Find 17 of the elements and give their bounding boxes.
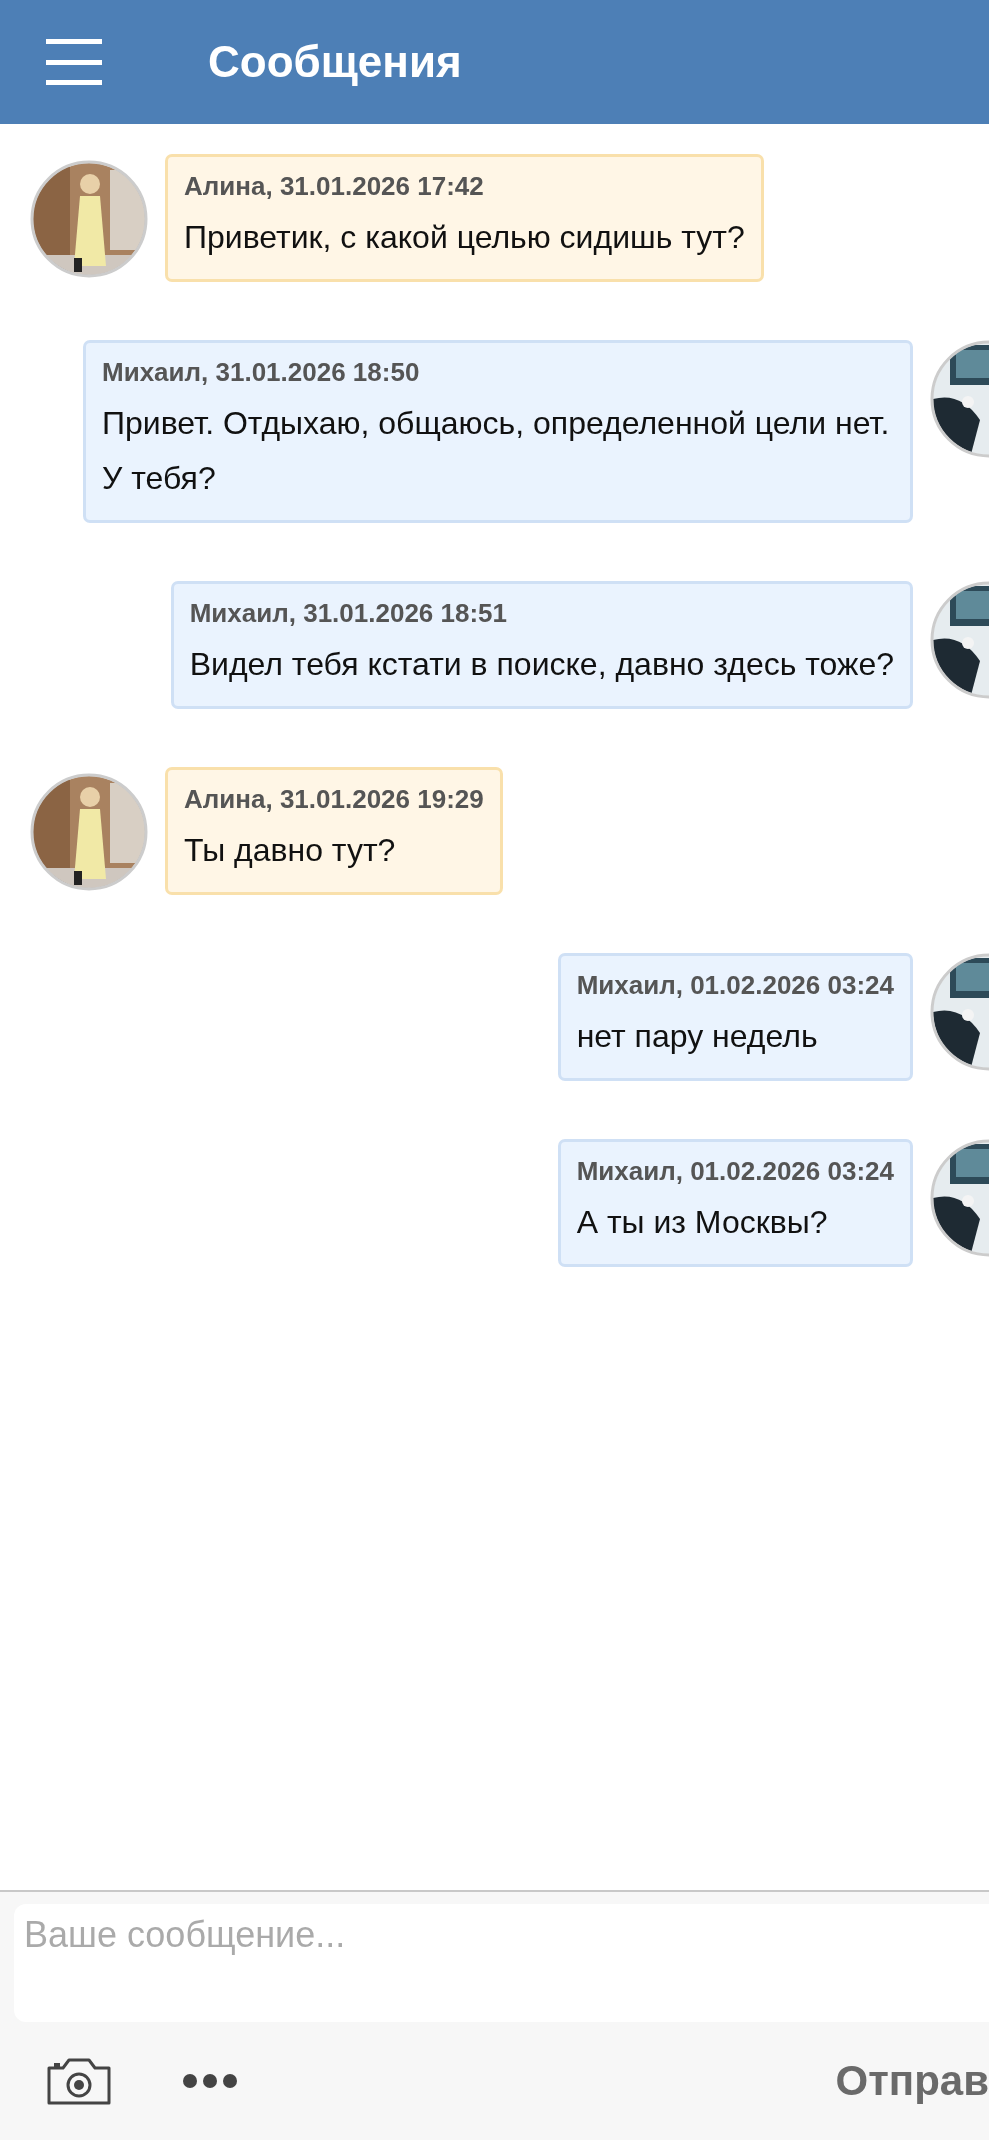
- message-text: А ты из Москвы?: [576, 1203, 829, 1242]
- page-title: Сообщения: [208, 37, 462, 87]
- message-text: Ты давно тут?: [184, 831, 397, 870]
- message-input[interactable]: Ваше сообщение...: [14, 1904, 989, 2022]
- message-text: нет пару недель: [576, 1017, 819, 1056]
- message-meta: Михаил, 01.02.2026 03:24: [576, 970, 894, 1001]
- send-button[interactable]: Отправ: [835, 2057, 989, 2105]
- camera-icon[interactable]: [46, 2056, 112, 2106]
- message-meta: Михаил, 01.02.2026 03:24: [576, 1156, 894, 1187]
- message-meta: Алина, 31.01.2026 19:29: [184, 784, 484, 815]
- message-meta: Алина, 31.01.2026 17:42: [184, 171, 485, 202]
- more-icon[interactable]: [182, 2073, 238, 2089]
- message-meta: Михаил, 31.01.2026 18:50: [102, 357, 421, 388]
- message-text: Привет. Отдыхаю, общаюсь, определенной цели нет. У тебя?: [102, 404, 891, 498]
- message-meta: Михаил, 31.01.2026 18:51: [189, 598, 509, 629]
- message-text: Видел тебя кстати в поиске, давно здесь тоже?: [189, 645, 894, 684]
- message-text: Приветик, с какой целью сидишь тут?: [184, 218, 745, 257]
